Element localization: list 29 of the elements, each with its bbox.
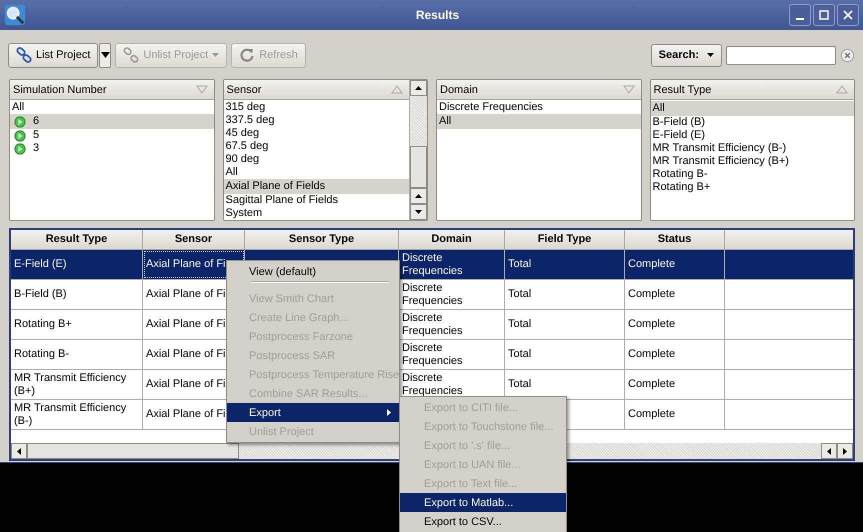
- table-cell: Complete: [628, 258, 676, 271]
- table-cell: Total: [508, 258, 532, 271]
- table-cell: Rotating B+: [14, 318, 72, 331]
- table-cell: Total: [508, 348, 532, 361]
- table-cell-text: Discrete Frequencies: [402, 372, 464, 398]
- table-cell: Complete: [628, 288, 676, 301]
- table-cell: Complete: [628, 378, 676, 391]
- table-cell: Total: [508, 318, 532, 331]
- table-cell: Rotating B-: [14, 348, 70, 361]
- table-cell-text: MR Transmit Efficiency (B+): [14, 372, 128, 398]
- table-cell: Axial Plane of Fi: [146, 288, 226, 301]
- table-cell-text: Discrete Frequencies: [402, 282, 464, 308]
- table-cell: Axial Plane of Fi: [146, 348, 226, 361]
- table-cell: Total: [508, 378, 532, 391]
- table-cell: B-Field (B): [14, 288, 67, 301]
- table-cell: Complete: [628, 348, 676, 361]
- table-cell: Axial Plane of Fi: [146, 408, 226, 421]
- table-cell: Axial Plane of Fi: [146, 378, 226, 391]
- table-cell: Axial Plane of Fi: [146, 318, 226, 331]
- table-cell-text: Discrete Frequencies: [402, 342, 464, 368]
- table-cell-text: MR Transmit Efficiency (B-): [14, 402, 128, 428]
- table-cell: Total: [508, 288, 532, 301]
- table-cell: Complete: [628, 408, 676, 421]
- table-cell-text: Discrete Frequencies: [402, 312, 464, 338]
- table-cell: Axial Plane of Fi: [146, 258, 226, 271]
- table-cell-text: Discrete Frequencies: [402, 252, 464, 278]
- table-cell: E-Field (E): [14, 258, 67, 271]
- window-title: Results: [414, 8, 460, 22]
- table-cell: Complete: [628, 318, 676, 331]
